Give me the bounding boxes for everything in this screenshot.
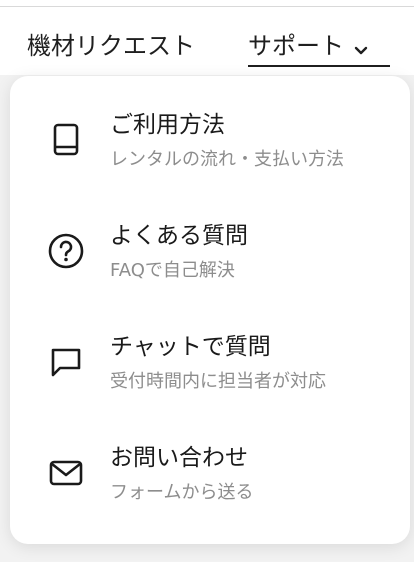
site-header: 機材リクエスト サポート [0,7,414,75]
nav-equipment-request-label: 機材リクエスト [27,32,195,60]
menu-item-title: お問い合わせ [110,445,248,471]
chat-bubble-icon [46,342,86,382]
menu-item-faq[interactable]: よくある質問 FAQで自己解決 [10,187,410,287]
menu-item-how-to-use[interactable]: ご利用方法 レンタルの流れ・支払い方法 [10,76,410,176]
nav-support-dropdown-toggle[interactable]: サポート [248,29,390,67]
menu-item-description: FAQで自己解決 [110,260,235,281]
menu-item-chat[interactable]: チャットで質問 受付時間内に担当者が対応 [10,298,410,398]
menu-item-description: レンタルの流れ・支払い方法 [110,149,344,170]
top-divider [0,0,414,7]
question-circle-icon [46,231,86,271]
envelope-icon [46,453,86,493]
menu-item-description: 受付時間内に担当者が対応 [110,371,326,392]
support-dropdown-menu: ご利用方法 レンタルの流れ・支払い方法 よくある質問 FAQで自己解決 チャット… [10,76,410,544]
menu-item-title: チャットで質問 [110,334,271,360]
menu-item-title: ご利用方法 [110,112,225,138]
chevron-down-icon [352,35,370,55]
menu-item-title: よくある質問 [110,223,248,249]
nav-support-label: サポート [248,32,344,60]
menu-item-contact[interactable]: お問い合わせ フォームから送る [10,409,410,509]
nav-equipment-request[interactable]: 機材リクエスト [27,29,195,63]
menu-item-description: フォームから送る [110,482,254,503]
book-icon [46,120,86,160]
